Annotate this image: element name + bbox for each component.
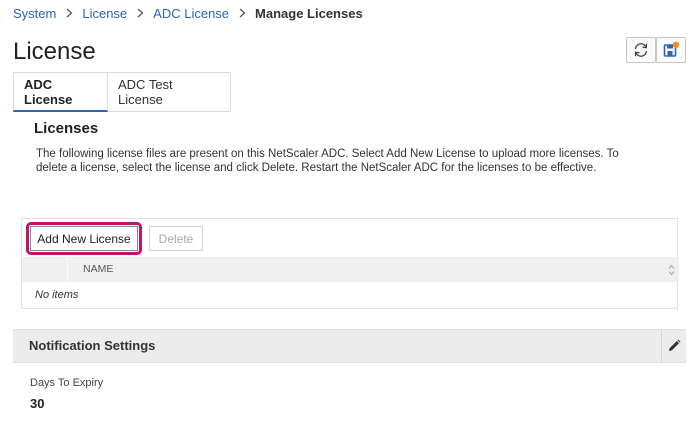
breadcrumb-current: Manage Licenses xyxy=(255,5,363,21)
add-new-license-button[interactable]: Add New License xyxy=(30,226,138,251)
chevron-right-icon xyxy=(229,8,255,18)
notification-settings-title: Notification Settings xyxy=(29,338,156,353)
page-title: License xyxy=(13,38,96,65)
empty-state-text: No items xyxy=(35,289,79,301)
chevron-right-icon xyxy=(127,8,153,18)
tab-adc-test-license[interactable]: ADC Test License xyxy=(108,72,231,112)
days-to-expiry-label: Days To Expiry xyxy=(30,377,104,389)
sort-icon[interactable] xyxy=(668,264,675,276)
refresh-icon xyxy=(634,43,648,57)
chevron-right-icon xyxy=(56,8,82,18)
days-to-expiry-value: 30 xyxy=(30,396,45,411)
notification-settings-header: Notification Settings xyxy=(13,329,686,363)
table-toolbar: Add New License Delete xyxy=(22,218,679,257)
section-description: The following license files are present … xyxy=(36,148,619,174)
breadcrumb-system[interactable]: System xyxy=(13,6,56,21)
table-header: NAME xyxy=(22,257,679,282)
select-column xyxy=(22,257,68,282)
tab-bar: ADC License ADC Test License xyxy=(13,72,231,112)
tab-adc-license[interactable]: ADC License xyxy=(13,72,108,112)
edit-button[interactable] xyxy=(662,330,686,362)
delete-button: Delete xyxy=(149,226,203,251)
breadcrumb: System License ADC License Manage Licens… xyxy=(13,5,363,21)
refresh-button[interactable] xyxy=(626,37,656,63)
breadcrumb-license[interactable]: License xyxy=(82,6,127,21)
licenses-table: Add New License Delete NAME No items xyxy=(21,218,679,309)
save-config-button[interactable] xyxy=(656,37,686,63)
section-title: Licenses xyxy=(34,120,99,137)
pencil-icon xyxy=(669,339,681,351)
save-config-icon xyxy=(663,41,680,57)
breadcrumb-adc-license[interactable]: ADC License xyxy=(153,6,229,21)
column-header-name[interactable]: NAME xyxy=(83,257,113,282)
